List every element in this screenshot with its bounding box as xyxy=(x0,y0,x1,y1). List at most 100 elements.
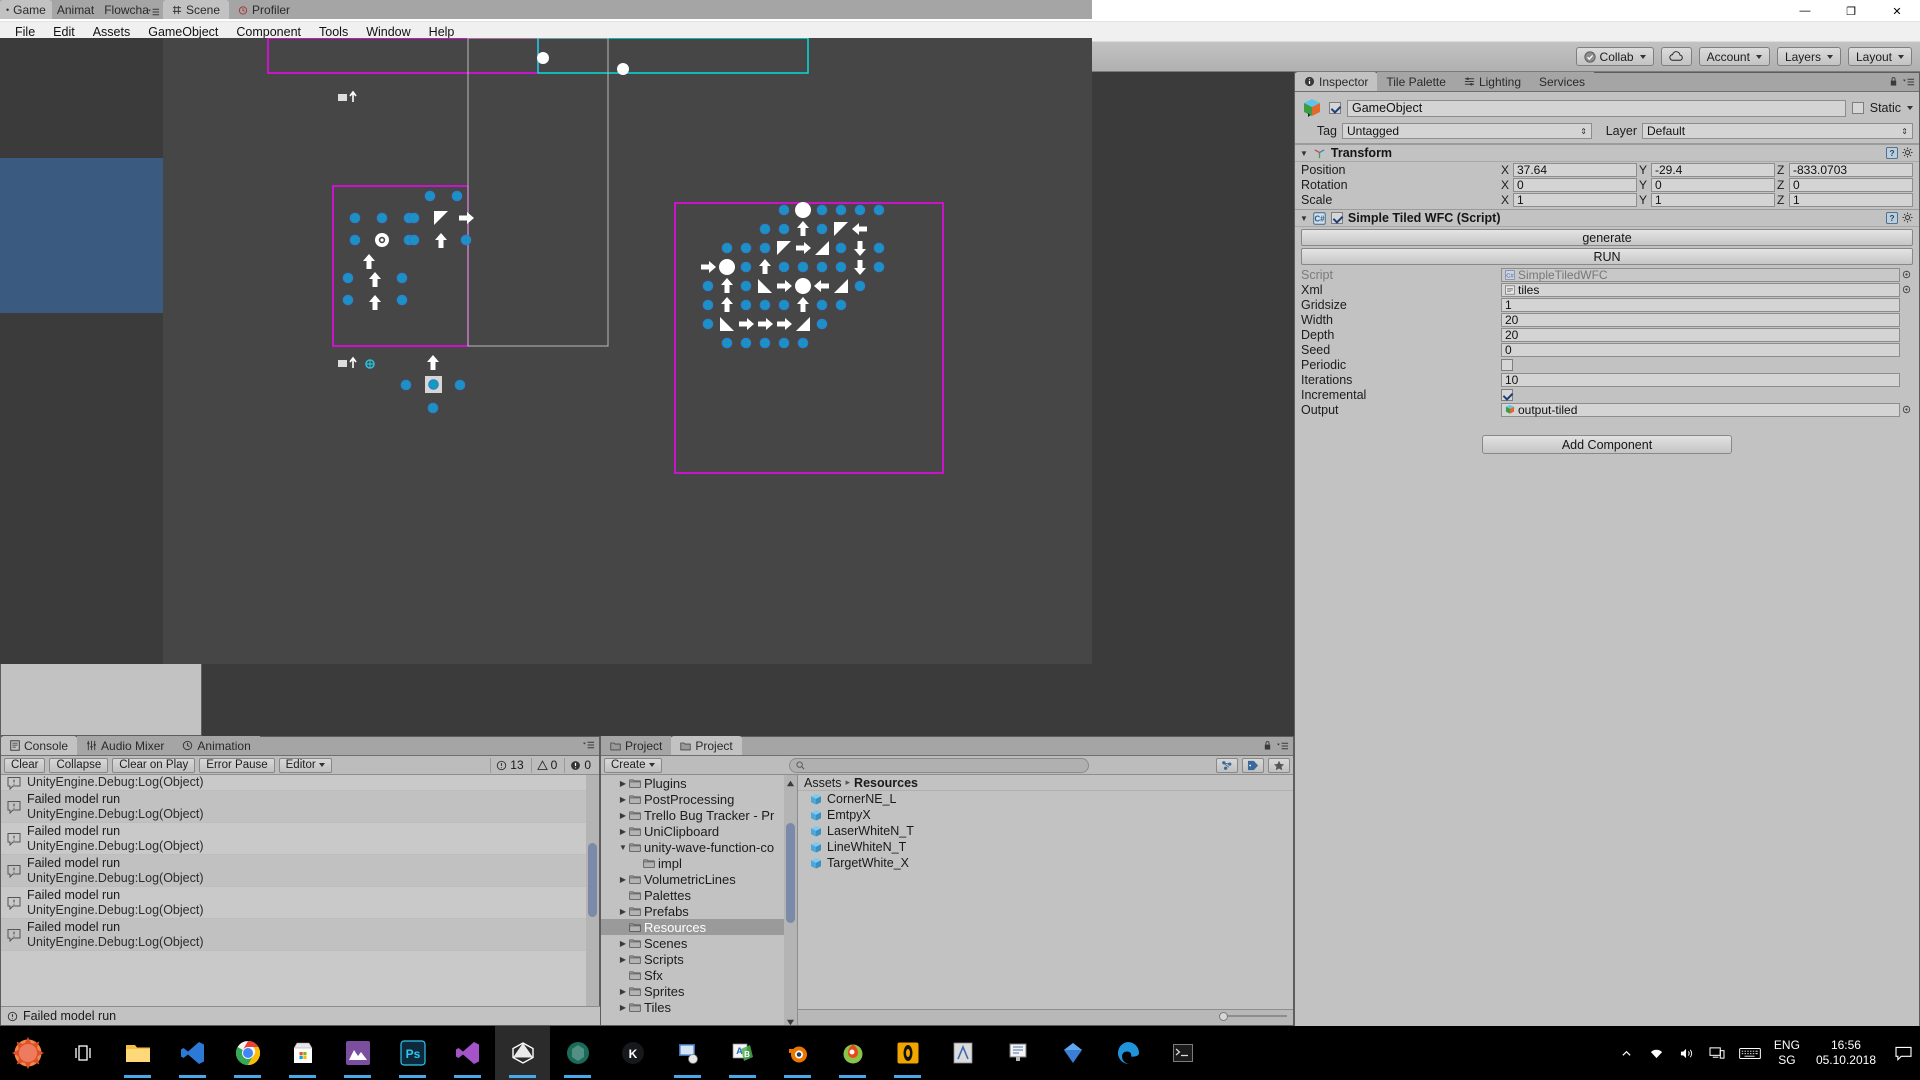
object-picker-icon[interactable] xyxy=(1900,270,1913,279)
asset-list[interactable]: CornerNE_L EmtpyX LaserWhiteN_T LineWhiteN_… xyxy=(798,791,1293,871)
translate-app-icon[interactable]: AB xyxy=(715,1026,770,1080)
edge-icon[interactable] xyxy=(1100,1026,1155,1080)
rotation-x-input[interactable]: 0 xyxy=(1513,177,1637,192)
keyboard-icon[interactable] xyxy=(1732,1026,1768,1080)
help-icon[interactable]: ? xyxy=(1886,147,1898,159)
console-collapse-button[interactable]: Collapse xyxy=(49,757,109,773)
foldout-closed-icon[interactable]: ▶ xyxy=(617,779,629,788)
layout-button[interactable]: Layout xyxy=(1847,47,1912,66)
project-filter-type-button[interactable] xyxy=(1216,757,1238,773)
project-tree-scroll-thumb[interactable] xyxy=(786,823,795,923)
foldout-open-icon[interactable]: ▼ xyxy=(1300,214,1308,223)
console-log-entry[interactable]: Failed model run UnityEngine.Debug:Log(Ob… xyxy=(1,887,599,919)
project-tree-item-scenes[interactable]: ▶ Scenes xyxy=(601,935,797,951)
console-log-entry[interactable]: Failed model run UnityEngine.Debug:Log(Ob… xyxy=(1,919,599,951)
scale-z-input[interactable]: 1 xyxy=(1789,192,1913,207)
panel-menu-icon[interactable] xyxy=(1276,741,1289,751)
speaker-icon[interactable] xyxy=(1672,1026,1702,1080)
console-clear-on-play-button[interactable]: Clear on Play xyxy=(112,757,196,773)
sketch-app-icon[interactable] xyxy=(1045,1026,1100,1080)
scroll-down-arrow-icon[interactable] xyxy=(786,1015,795,1025)
console-error-counter[interactable]: 0 xyxy=(564,757,596,773)
asset-item-linewhiten-t[interactable]: LineWhiteN_T xyxy=(798,839,1293,855)
script-component-header[interactable]: ▼ C# Simple Tiled WFC (Script) ? xyxy=(1295,209,1919,227)
foldout-closed-icon[interactable]: ▶ xyxy=(617,955,629,964)
run-button[interactable]: RUN xyxy=(1301,248,1913,265)
project-tree-item-scripts[interactable]: ▶ Scripts xyxy=(601,951,797,967)
script-enabled-checkbox[interactable] xyxy=(1330,212,1343,224)
console-log-entry[interactable]: Failed model run UnityEngine.Debug:Log(Ob… xyxy=(1,855,599,887)
console-info-counter[interactable]: 13 xyxy=(490,757,528,773)
panel-menu-icon[interactable] xyxy=(582,740,595,750)
gridsize-input[interactable]: 1 xyxy=(1501,297,1900,312)
tab-tile-palette[interactable]: Tile Palette xyxy=(1377,72,1455,91)
scroll-up-arrow-icon[interactable] xyxy=(786,776,795,787)
project-search-input[interactable] xyxy=(788,757,1089,773)
object-picker-icon[interactable] xyxy=(1900,285,1913,294)
project-create-button[interactable]: Create xyxy=(604,757,662,773)
project-tree-item-uniclipboard[interactable]: ▶ UniClipboard xyxy=(601,823,797,839)
close-button[interactable]: ✕ xyxy=(1874,0,1920,22)
language-indicator[interactable]: ENG SG xyxy=(1768,1038,1806,1068)
breadcrumb-assets[interactable]: Assets xyxy=(804,776,842,790)
tab-animation[interactable]: Animation xyxy=(173,736,260,755)
foldout-closed-icon[interactable]: ▶ xyxy=(617,875,629,884)
project-folder-tree[interactable]: ▶ Plugins ▶ PostProcessing ▶ Trello Bug Track… xyxy=(601,775,798,1025)
project-tree-item-sfx[interactable]: Sfx xyxy=(601,967,797,983)
project-tree-item-volumetriclines[interactable]: ▶ VolumetricLines xyxy=(601,871,797,887)
file-explorer-icon[interactable] xyxy=(110,1026,165,1080)
foldout-closed-icon[interactable]: ▶ xyxy=(617,907,629,916)
add-component-button[interactable]: Add Component xyxy=(1482,435,1732,454)
project-tree-item-sprites[interactable]: ▶ Sprites xyxy=(601,983,797,999)
maximize-button[interactable]: ❐ xyxy=(1828,0,1874,22)
network-icon[interactable] xyxy=(1642,1026,1672,1080)
kite-icon[interactable]: K xyxy=(605,1026,660,1080)
rotation-y-input[interactable]: 0 xyxy=(1651,177,1775,192)
console-scrollbar[interactable] xyxy=(586,775,599,1006)
asset-item-emtpyx[interactable]: EmtpyX xyxy=(798,807,1293,823)
tab-flowchart[interactable]: Flowcha xyxy=(99,0,154,19)
width-input[interactable]: 20 xyxy=(1501,312,1900,327)
seed-input[interactable]: 0 xyxy=(1501,342,1900,357)
console-error-pause-button[interactable]: Error Pause xyxy=(199,757,275,773)
project-tree-scrollbar[interactable] xyxy=(784,775,797,1025)
project-tree-item-trello-bug-tracker-pr[interactable]: ▶ Trello Bug Tracker - Pr xyxy=(601,807,797,823)
chrome-icon[interactable] xyxy=(220,1026,275,1080)
layers-button[interactable]: Layers xyxy=(1776,47,1841,66)
minimize-button[interactable]: — xyxy=(1782,0,1828,22)
vs-code-insiders-icon[interactable] xyxy=(165,1026,220,1080)
tab-project-2[interactable]: Project xyxy=(671,736,742,755)
console-log-entry[interactable]: Failed model run UnityEngine.Debug:Log(Ob… xyxy=(1,823,599,855)
help-icon[interactable]: ? xyxy=(1886,212,1898,224)
console-log-list[interactable]: UnityEngine.Debug:Log(Object) Failed mode… xyxy=(1,775,599,1006)
scale-x-input[interactable]: 1 xyxy=(1513,192,1637,207)
position-x-input[interactable]: 37.64 xyxy=(1513,162,1637,177)
console-scroll-thumb[interactable] xyxy=(588,843,597,917)
scale-y-input[interactable]: 1 xyxy=(1651,192,1775,207)
gear-icon[interactable] xyxy=(1902,147,1914,159)
generate-button[interactable]: generate xyxy=(1301,229,1913,246)
project-tree-item-unity-wave-function-co[interactable]: ▼ unity-wave-function-co xyxy=(601,839,797,855)
tab-game[interactable]: • Game xyxy=(0,0,52,19)
tab-scene[interactable]: Scene xyxy=(163,0,230,19)
snipping-tool-icon[interactable] xyxy=(660,1026,715,1080)
unity-hub-icon[interactable] xyxy=(550,1026,605,1080)
zoom-slider-knob[interactable] xyxy=(1219,1011,1228,1021)
visual-studio-icon[interactable] xyxy=(440,1026,495,1080)
project-tree-item-impl[interactable]: impl xyxy=(601,855,797,871)
panel-menu-icon[interactable] xyxy=(1902,77,1915,87)
photoshop-icon[interactable]: Ps xyxy=(385,1026,440,1080)
project-tree-item-tiles[interactable]: ▶ Tiles xyxy=(601,999,797,1015)
chevron-up-icon[interactable] xyxy=(1612,1026,1642,1080)
asset-item-laserwhiten-t[interactable]: LaserWhiteN_T xyxy=(798,823,1293,839)
breadcrumb-resources[interactable]: Resources xyxy=(854,776,918,790)
console-log-entry[interactable]: Failed model run UnityEngine.Debug:Log(Ob… xyxy=(1,791,599,823)
rotation-z-input[interactable]: 0 xyxy=(1789,177,1913,192)
foldout-open-icon[interactable]: ▼ xyxy=(1300,149,1308,158)
chevron-down-icon[interactable] xyxy=(1907,106,1913,110)
project-filter-label-button[interactable] xyxy=(1242,757,1264,773)
foldout-closed-icon[interactable]: ▶ xyxy=(617,1003,629,1012)
transform-component-header[interactable]: ▼ Transform ? xyxy=(1295,144,1919,162)
krita-icon[interactable] xyxy=(825,1026,880,1080)
project-tree-item-resources[interactable]: Resources xyxy=(601,919,797,935)
